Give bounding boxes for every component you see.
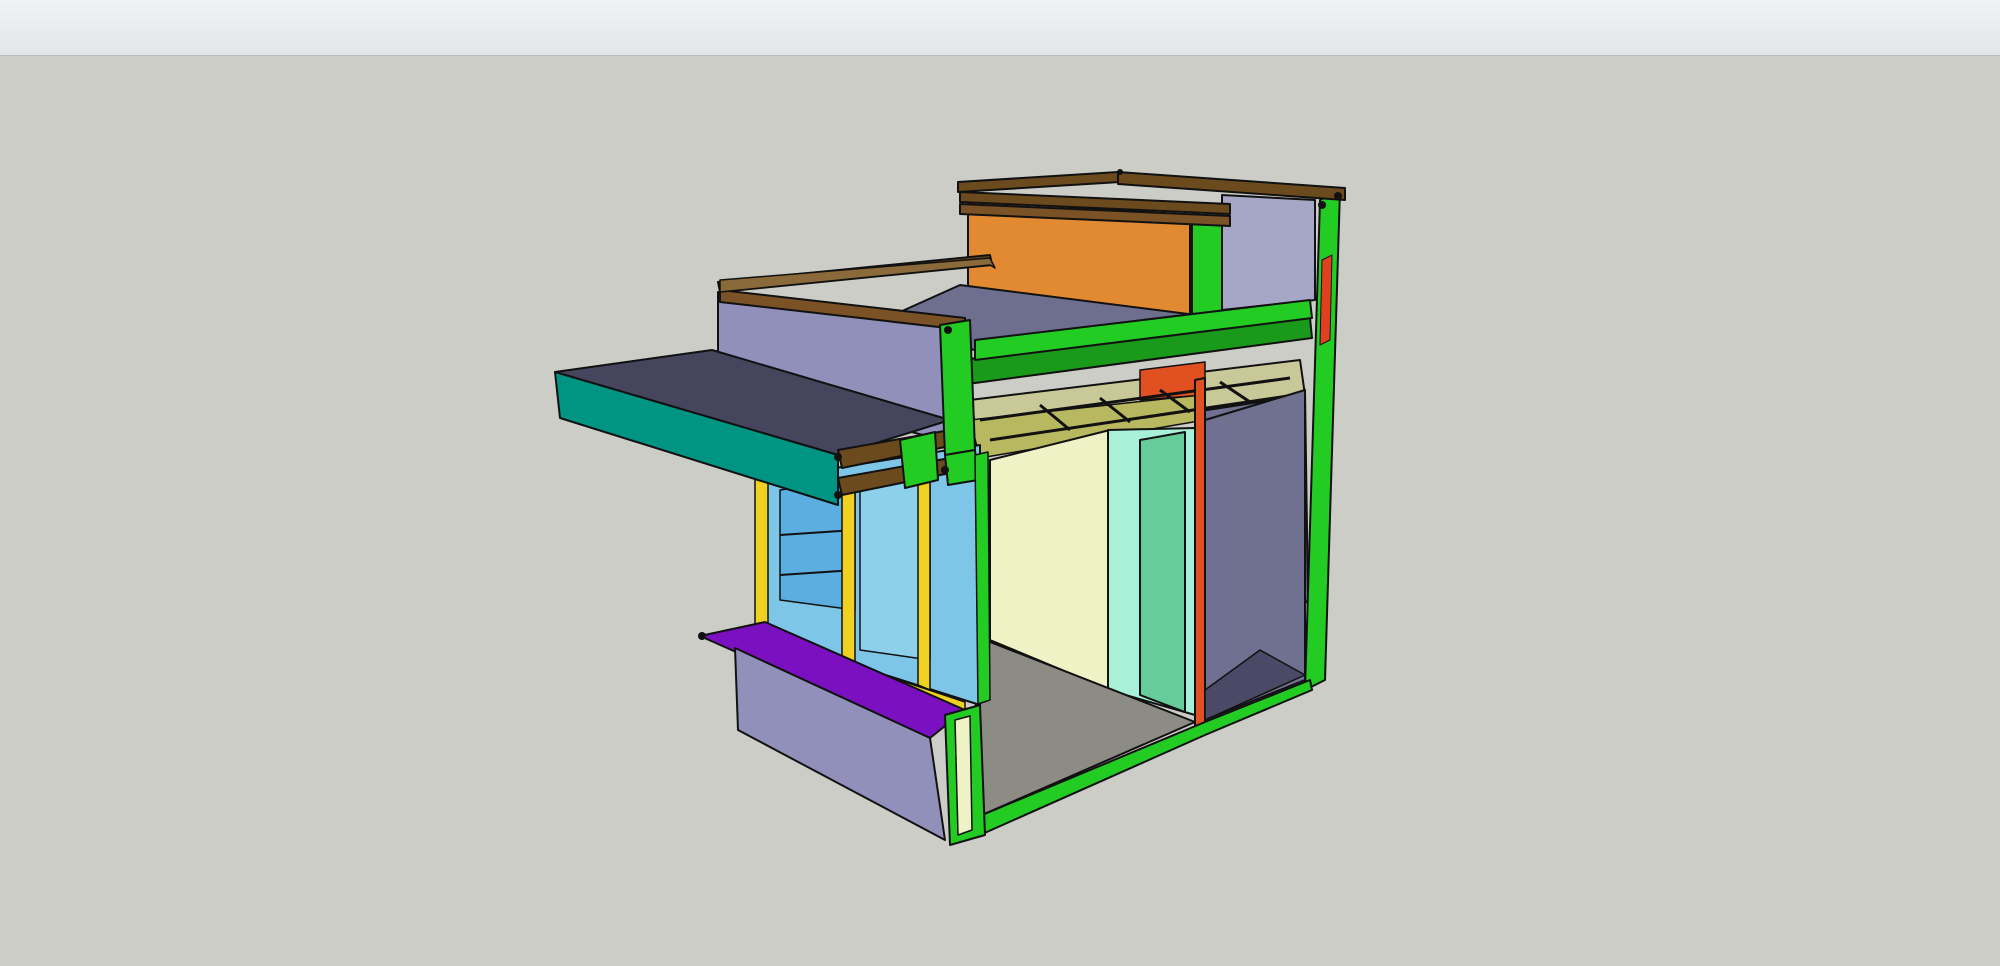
upper-right-wall xyxy=(1221,194,1316,311)
top-brown-beam-left xyxy=(957,171,1121,193)
node-dot xyxy=(941,466,949,474)
node-dot xyxy=(1334,192,1342,200)
right-red-strip xyxy=(1319,254,1333,346)
node-dot xyxy=(834,491,842,499)
door-side-column xyxy=(1194,377,1206,729)
node-dot xyxy=(1117,169,1123,175)
mullion-left xyxy=(754,475,769,641)
building-section-model[interactable] xyxy=(0,56,2000,966)
junction-green-column-c xyxy=(944,449,979,486)
door-panel xyxy=(1139,431,1186,713)
sketchup-window xyxy=(0,0,2000,966)
model-viewport[interactable] xyxy=(0,56,2000,966)
node-dot xyxy=(834,453,842,461)
node-dot xyxy=(944,326,952,334)
node-dot xyxy=(1318,201,1326,209)
node-dot xyxy=(698,632,706,640)
window-side-green xyxy=(974,451,991,705)
mullion-right xyxy=(917,473,931,691)
mullion-middle xyxy=(841,485,856,666)
front-green-column-inner xyxy=(954,715,973,836)
junction-green-column-b xyxy=(899,431,939,489)
toolbar xyxy=(0,0,2000,56)
junction-green-column xyxy=(939,319,976,456)
